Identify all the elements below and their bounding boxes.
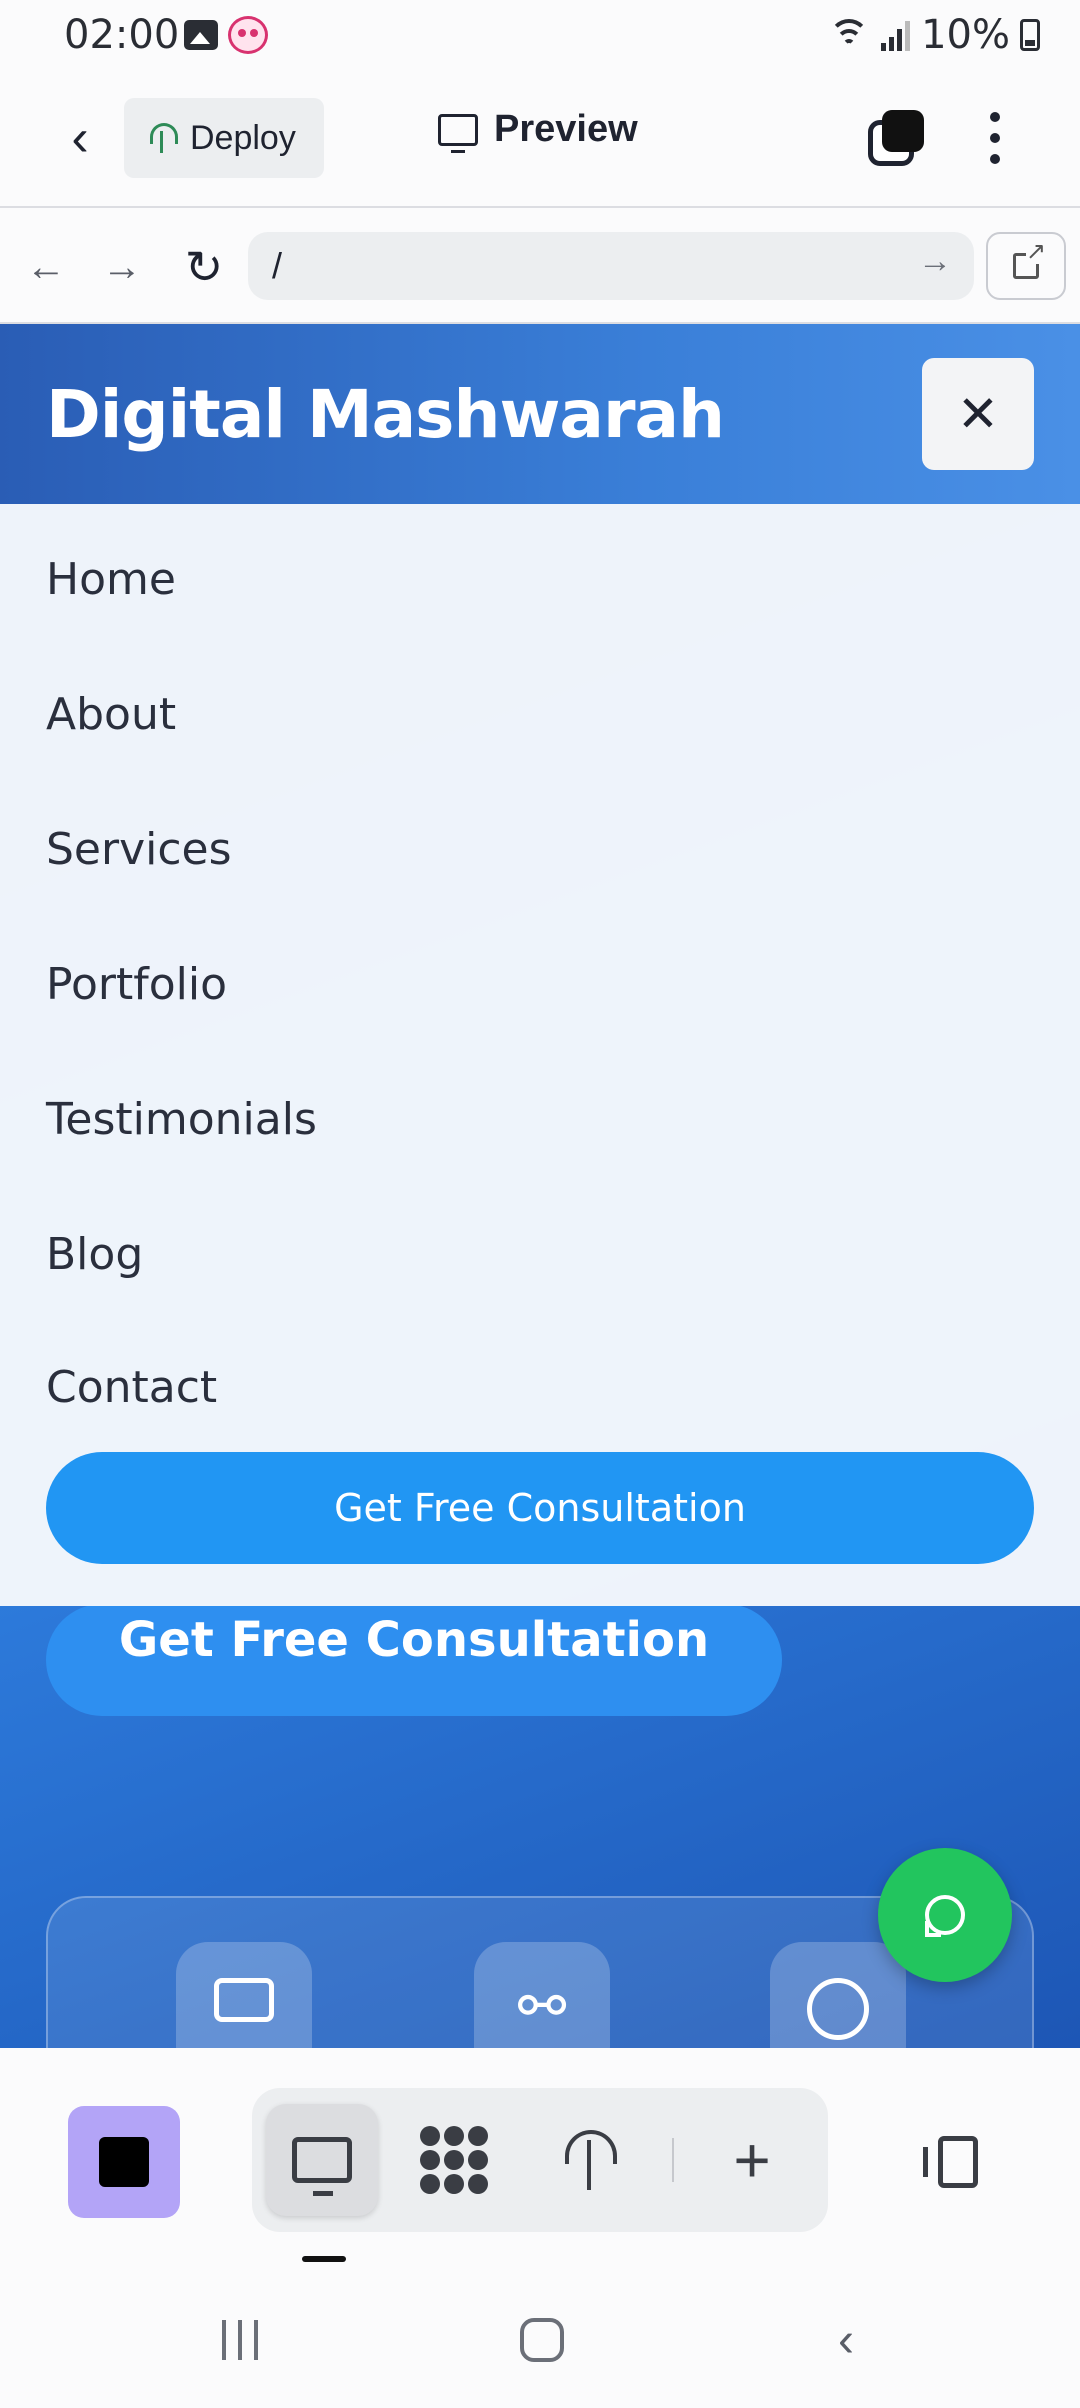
browser-forward-button[interactable]: →	[92, 240, 152, 294]
nav-item-home[interactable]: Home	[46, 554, 176, 605]
layout-panel-icon	[923, 2136, 978, 2188]
preview-title-text: Preview	[494, 108, 638, 150]
modules-tool-button[interactable]	[398, 2104, 510, 2216]
share-icon: ⚯	[517, 1974, 567, 2039]
reload-icon: ↻	[184, 241, 224, 293]
mobile-nav-menu: Home About Services Portfolio Testimonia…	[0, 504, 1080, 1606]
nav-item-contact[interactable]: Contact	[46, 1362, 217, 1413]
preview-tool-button[interactable]	[266, 2104, 378, 2216]
globe-upload-icon	[565, 2130, 617, 2190]
browser-toolbar: ← → ↻ / →	[0, 210, 1080, 324]
site-header: Digital Mashwarah ✕	[0, 324, 1080, 504]
browser-back-button[interactable]: ←	[16, 240, 76, 294]
toolbar-divider	[672, 2138, 674, 2182]
layout-toggle-button[interactable]	[918, 2122, 998, 2202]
nav-item-portfolio[interactable]: Portfolio	[46, 959, 227, 1010]
active-tab-indicator	[302, 2256, 346, 2262]
back-button[interactable]: ‹	[50, 108, 110, 168]
nav-item-testimonials[interactable]: Testimonials	[46, 1094, 317, 1145]
tool-group: +	[252, 2088, 828, 2232]
menu-cta-button[interactable]: Get Free Consultation	[46, 1452, 1034, 1564]
close-menu-button[interactable]: ✕	[922, 358, 1034, 470]
palette-icon	[807, 1978, 869, 2040]
bottom-toolbar: +	[0, 2048, 1080, 2268]
recents-icon	[222, 2320, 258, 2360]
feature-icon-social: ⚯	[474, 1942, 610, 2048]
more-vert-icon	[990, 112, 1000, 122]
app-header: ‹ Deploy Preview	[0, 72, 1080, 208]
status-bar: 02:00 10%	[0, 0, 1080, 72]
url-text: /	[272, 245, 283, 286]
back-icon: ‹	[838, 2313, 854, 2367]
system-navigation-bar: ‹	[0, 2270, 1080, 2408]
more-options-button[interactable]	[980, 108, 1010, 168]
webview: Digital Mashwarah ✕ Get Free Consultatio…	[0, 324, 1080, 2048]
plus-icon: +	[733, 2124, 771, 2196]
arrow-left-icon: ←	[26, 244, 66, 289]
battery-icon	[1020, 19, 1040, 51]
recents-button[interactable]	[200, 2310, 280, 2370]
project-button[interactable]	[68, 2106, 180, 2218]
deploy-button[interactable]: Deploy	[124, 98, 324, 178]
gallery-notification-icon	[184, 20, 218, 50]
open-external-button[interactable]	[986, 232, 1066, 300]
open-external-icon	[1013, 240, 1047, 279]
whatsapp-chat-button[interactable]	[878, 1848, 1012, 1982]
monitor-icon	[214, 1978, 274, 2022]
dots-grid-icon	[420, 2126, 488, 2194]
reload-button[interactable]: ↻	[176, 240, 232, 294]
close-icon: ✕	[957, 386, 999, 442]
home-icon	[520, 2318, 564, 2362]
battery-percent: 10%	[921, 12, 1010, 58]
nav-item-blog[interactable]: Blog	[46, 1229, 143, 1280]
site-brand[interactable]: Digital Mashwarah	[46, 376, 725, 453]
system-back-button[interactable]: ‹	[806, 2310, 886, 2370]
nav-item-services[interactable]: Services	[46, 824, 232, 875]
monitor-icon	[438, 113, 478, 153]
preview-title: Preview	[438, 108, 638, 153]
project-icon	[99, 2137, 149, 2187]
url-input[interactable]: / →	[248, 232, 974, 300]
home-button[interactable]	[502, 2310, 582, 2370]
feature-icon-design	[770, 1942, 906, 2048]
add-tool-button[interactable]: +	[696, 2104, 808, 2216]
foodpanda-notification-icon	[228, 16, 268, 54]
feature-icon-web	[176, 1942, 312, 2048]
go-arrow-icon[interactable]: →	[918, 242, 952, 281]
chat-icon	[925, 1895, 965, 1937]
deploy-tool-button[interactable]	[534, 2104, 646, 2216]
status-time: 02:00	[64, 12, 180, 58]
tabs-button[interactable]	[868, 110, 924, 166]
nav-item-about[interactable]: About	[46, 689, 176, 740]
hero-cta-button[interactable]: Get Free Consultation	[46, 1604, 782, 1716]
wifi-icon	[827, 17, 871, 53]
globe-deploy-icon	[148, 123, 178, 153]
signal-icon	[881, 19, 911, 51]
monitor-icon	[292, 2137, 352, 2196]
arrow-right-icon: →	[102, 244, 142, 289]
back-icon: ‹	[71, 109, 89, 167]
deploy-label: Deploy	[190, 118, 296, 157]
status-indicators: 10%	[827, 12, 1040, 58]
